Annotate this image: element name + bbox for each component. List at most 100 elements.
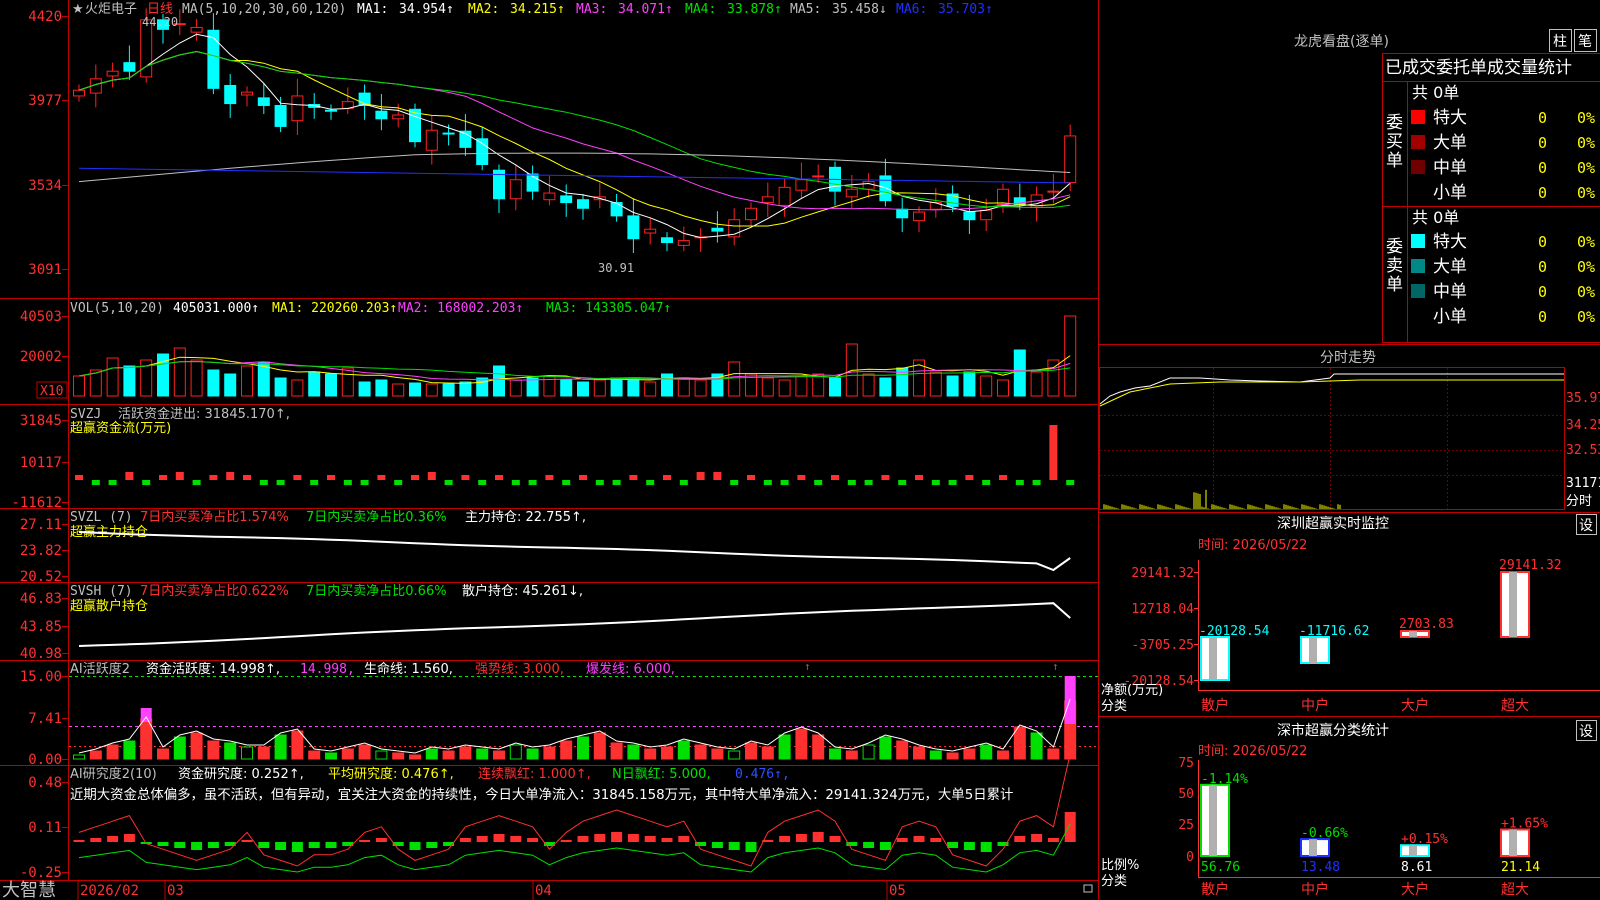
volume-bar [644,381,657,397]
candle-body [845,188,858,198]
research-bar [896,838,908,842]
fund-flow-bar [444,480,453,485]
candle-body [1047,190,1060,193]
fund-flow-bar [427,472,436,480]
szmon-cat: 散户 [1201,697,1229,714]
lhb-color-swatch [1411,160,1425,174]
research-bar [913,836,925,842]
fund-flow-bar [797,475,806,480]
fund-flow-bar [1032,480,1041,485]
candle-body [627,215,640,240]
fund-flow-bar [175,472,184,480]
research-bar [745,842,757,852]
szmon-y-label: 29141.32 [1131,566,1194,581]
fund-flow-bar [91,480,100,485]
activity-bar [610,742,623,760]
szcls-y-label: 0 [1186,850,1194,865]
svzl-ylabels-label: 23.82 [20,543,62,559]
svsh-y-axis: 46.83 43.85 40.98 [20,591,69,662]
research-bar [930,838,942,842]
activity-bar [963,748,976,760]
candle-body [761,196,774,204]
activity-bar [980,744,993,760]
lhb-row-count: 0 [1538,283,1547,301]
volume-bar [358,381,371,397]
fund-flow-bar [982,480,991,485]
lhb-row-name: 大单 [1433,257,1467,277]
volume-bar [560,379,573,397]
research-bar [359,840,371,842]
fund-flow-bar [226,472,235,480]
research-bar [711,842,723,848]
research-bar [947,842,959,848]
lhb-row-count: 0 [1538,159,1547,177]
fund-flow-bar [679,480,688,485]
ai1-c: 生命线: 1.560, [364,661,453,677]
intraday-y-label: 34.25 [1566,418,1600,433]
kline-ylabels-label: 4420 [28,9,62,25]
szcls-bar-shade [1509,829,1517,856]
volume-bar [929,371,942,397]
ai2-c: 连续飘红: 1.000↑, [478,766,591,782]
research-bar [1031,834,1043,842]
favorite-star-icon[interactable]: ★ [72,2,84,17]
volume-bar [493,365,505,397]
szcls-cat: 散户 [1201,881,1229,898]
szcls-cat: 大户 [1401,881,1429,898]
svzj-y-axis: 31845 10117 -11612 [11,413,69,511]
fund-flow-bar [579,475,587,480]
lhb-row-pct: 0% [1577,308,1595,326]
ma-label-4: MA4: [685,2,716,17]
ma-label-3: MA3: [576,2,607,17]
fund-flow-bar [125,472,134,480]
volume-bar [862,373,875,397]
candle-body [442,132,455,135]
candle-body [409,108,421,143]
fund-flow-bar [75,475,83,480]
activity-bar [89,750,102,760]
kline-ylabels-label: 3534 [28,178,62,194]
research-bar [73,840,85,842]
activity-bar [627,744,640,760]
volume-bar [341,367,354,397]
fund-flow-bar [310,480,319,485]
volume-bar [409,382,421,397]
fund-flow-bar [1049,425,1058,480]
fund-flow-bar [965,475,974,480]
fund-flow-bar [898,480,907,485]
research-bar [476,836,488,842]
activity-bar [509,744,522,760]
activity-bar [694,744,707,760]
ai1-spec: AI活跃度2 [70,661,130,677]
research-bar [174,842,186,848]
szcls-value: 56.76 [1201,860,1240,875]
stock-name: 火炬电子 [85,2,137,17]
intraday-y-label: 31171 [1566,476,1600,491]
lhb-row-count: 0 [1538,308,1547,326]
volume-bar [241,365,253,397]
volume-bar [476,377,489,397]
research-bar [577,836,589,842]
ma-value-1: 34.954↑ [399,2,454,17]
fund-flow-bar [663,475,671,480]
volume-bar [308,371,321,397]
fund-flow-bar [595,480,604,485]
szmon-title: 深圳超赢实时监控 [1277,515,1389,532]
svsh-a: 7日内买卖净占比0.622% [140,583,289,599]
szcls-change: -1.14% [1201,772,1248,787]
candle-body [577,199,589,209]
ai2-b: 平均研究度: 0.476↑, [328,766,454,782]
svzl-spec: SVZL (7) [70,510,133,525]
svzj-ylabels-label: 31845 [20,413,62,429]
research-bar [107,836,119,842]
activity-bar [375,750,388,760]
candle-body [896,208,909,219]
trading-terminal: ★ 火炬电子 日线 MA(5,10,20,30,60,120) MA1: 34.9… [0,0,1600,900]
research-bar [325,842,337,848]
activity-bar [224,742,237,760]
activity-bar [291,730,304,760]
lhb-row-count: 0 [1538,233,1547,251]
activity-bar [526,748,539,760]
activity-bar [442,750,455,760]
candle-body [963,211,976,221]
